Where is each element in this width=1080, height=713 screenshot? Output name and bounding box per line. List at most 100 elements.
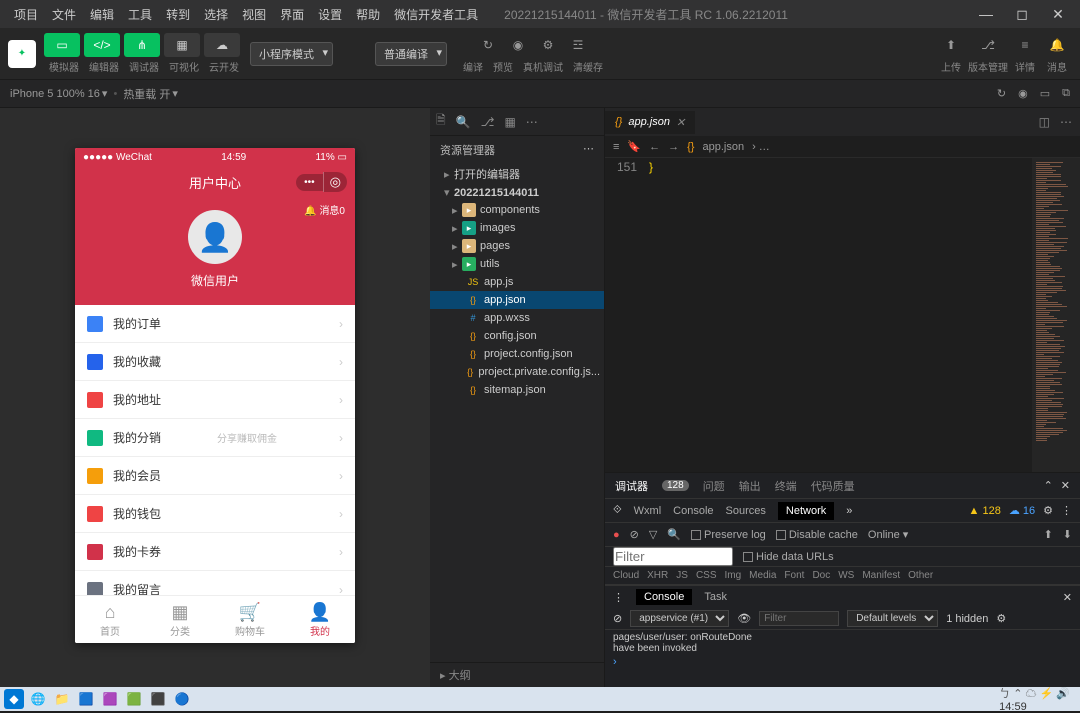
avatar-icon[interactable]: 👤 [188,210,242,264]
cloud-toggle[interactable]: ☁ [204,33,240,57]
list-item[interactable]: 我的留言› [75,571,355,595]
hot-reload-select[interactable]: 热重载 开 [123,86,170,102]
menu-编辑[interactable]: 编辑 [84,2,120,27]
panel-up-icon[interactable]: ⌃ [1044,479,1053,492]
console-clear-icon[interactable]: ⊘ [613,612,622,625]
task-icon[interactable]: ⬛ [148,689,168,709]
dt-sources[interactable]: Sources [726,505,766,517]
task-icon[interactable]: 🔵 [172,689,192,709]
file-sitemap.json[interactable]: {}sitemap.json [430,381,604,399]
explorer-menu-icon[interactable]: ⋯ [583,142,594,158]
levels-select[interactable]: Default levels [847,610,938,627]
editor-more-icon[interactable]: ⋯ [1060,115,1072,129]
list-item[interactable]: 我的订单› [75,305,355,343]
tab-close-icon[interactable]: ✕ [676,116,685,129]
upload-icon[interactable]: ⬆ [936,33,966,57]
dt-console[interactable]: Console [673,505,713,517]
remote-debug-icon[interactable]: ⚙ [533,33,563,57]
search-icon[interactable]: 🔍 [667,528,681,541]
explorer-files-icon[interactable]: 🗎 [436,111,446,132]
tab-problems[interactable]: 问题 [703,478,725,494]
task-icon[interactable]: 🟪 [100,689,120,709]
console-prompt[interactable]: › [605,656,1080,668]
rotate-icon[interactable]: ▭ [1040,87,1050,100]
open-editors-section[interactable]: ▸打开的编辑器 [430,164,604,184]
list-item[interactable]: 我的分销分享赚取佣金› [75,419,355,457]
list-item[interactable]: 我的会员› [75,457,355,495]
tabbar-分类[interactable]: ▦分类 [145,596,215,643]
explorer-git-icon[interactable]: ⎇ [481,115,495,129]
record-icon[interactable]: ● [613,529,620,541]
capsule-close-icon[interactable]: ◎ [323,172,347,192]
network-filter-input[interactable] [613,547,733,566]
folder-utils[interactable]: ▸▸utils [430,255,604,273]
drawer-task-tab[interactable]: Task [704,591,727,603]
drawer-close-icon[interactable]: ✕ [1063,591,1072,604]
tabbar-购物车[interactable]: 🛒购物车 [215,596,285,643]
menu-项目[interactable]: 项目 [8,2,44,27]
clear-icon[interactable]: ⊘ [630,528,639,541]
panel-close-icon[interactable]: ✕ [1061,479,1070,492]
drawer-console-tab[interactable]: Console [636,589,692,605]
menu-设置[interactable]: 设置 [312,2,348,27]
tab-quality[interactable]: 代码质量 [811,478,855,494]
drawer-toggle-icon[interactable]: ⋮ [613,591,624,604]
disable-cache-checkbox[interactable]: Disable cache [776,529,858,541]
split-editor-icon[interactable]: ◫ [1039,115,1050,129]
explorer-ext-icon[interactable]: ▦ [504,115,515,129]
nettype-Img[interactable]: Img [725,570,742,581]
file-app.wxss[interactable]: #app.wxss [430,309,604,327]
context-select[interactable]: appservice (#1) [630,610,729,627]
menu-界面[interactable]: 界面 [274,2,310,27]
popout-icon[interactable]: ⧉ [1062,87,1070,100]
dt-network[interactable]: Network [778,502,834,520]
nettype-Doc[interactable]: Doc [812,570,830,581]
editor-toggle[interactable]: </> [84,33,120,57]
msg-badge[interactable]: 🔔 消息0 [304,202,345,217]
crumb-list-icon[interactable]: ≡ [613,141,619,153]
console-filter-input[interactable] [759,611,839,626]
nettype-Cloud[interactable]: Cloud [613,570,639,581]
mode-select[interactable]: 小程序模式 [250,42,333,66]
minimize-icon[interactable]: — [972,6,1000,23]
version-icon[interactable]: ⎇ [973,33,1003,57]
tab-terminal[interactable]: 终端 [775,478,797,494]
task-icon[interactable]: 🟩 [124,689,144,709]
device-select[interactable]: iPhone 5 100% 16 [10,88,100,100]
list-item[interactable]: 我的卡券› [75,533,355,571]
nettype-CSS[interactable]: CSS [696,570,717,581]
dt-wxml[interactable]: Wxml [634,505,662,517]
tabbar-首页[interactable]: ⌂首页 [75,596,145,643]
file-project.config.json[interactable]: {}project.config.json [430,345,604,363]
code-editor[interactable]: 151 } [605,158,1080,472]
task-icon[interactable]: 🟦 [76,689,96,709]
nettype-XHR[interactable]: XHR [647,570,668,581]
crumb-back-icon[interactable]: ← [649,141,660,153]
tray-icons[interactable]: ㄅ ⌃ ☁ ⚡ 🔊 [999,685,1070,701]
close-icon[interactable]: ✕ [1044,6,1072,23]
outline-section[interactable]: ▸ 大纲 [430,662,604,687]
nettype-WS[interactable]: WS [838,570,854,581]
visualize-toggle[interactable]: ▦ [164,33,200,57]
message-icon[interactable]: 🔔 [1042,33,1072,57]
tab-output[interactable]: 输出 [739,478,761,494]
list-item[interactable]: 我的地址› [75,381,355,419]
task-icon[interactable]: 🌐 [28,689,48,709]
warning-count[interactable]: ▲ 128 [969,505,1001,517]
menu-选择[interactable]: 选择 [198,2,234,27]
hide-data-urls-checkbox[interactable]: Hide data URLs [743,551,834,563]
minimap[interactable] [1032,158,1080,472]
file-config.json[interactable]: {}config.json [430,327,604,345]
refresh-icon[interactable]: ↻ [997,87,1006,100]
file-app.json[interactable]: {}app.json [430,291,604,309]
maximize-icon[interactable]: ◻ [1008,6,1036,23]
menu-工具[interactable]: 工具 [122,2,158,27]
download-har-icon[interactable]: ⬇ [1063,528,1072,541]
folder-components[interactable]: ▸▸components [430,201,604,219]
console-settings-icon[interactable]: ⚙ [996,612,1006,625]
tab-debugger[interactable]: 调试器 [615,478,648,494]
nettype-JS[interactable]: JS [676,570,688,581]
start-icon[interactable]: ◆ [4,689,24,709]
record-icon[interactable]: ◉ [1018,87,1028,100]
menu-文件[interactable]: 文件 [46,2,82,27]
